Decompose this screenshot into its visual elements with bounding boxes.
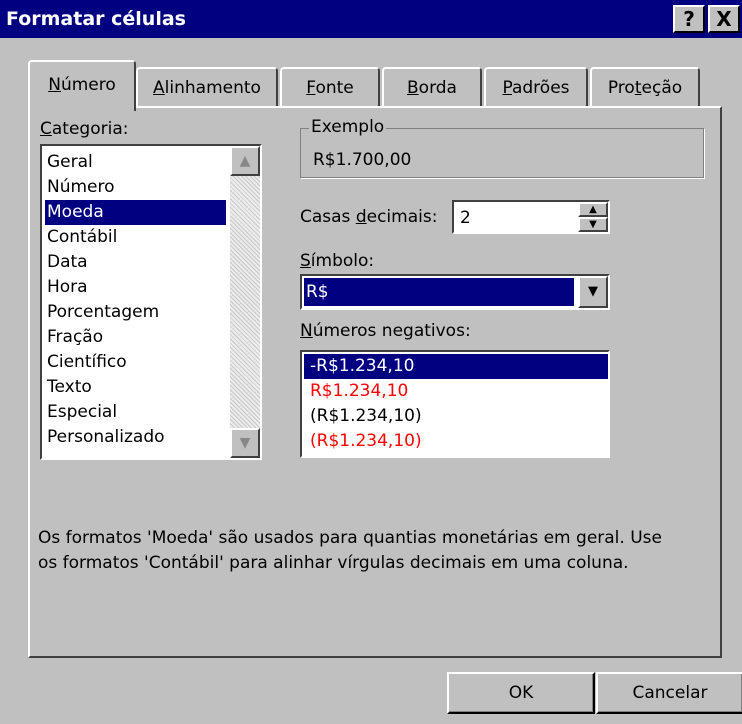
- list-item-selected[interactable]: Moeda: [45, 200, 226, 225]
- list-item[interactable]: Número: [45, 175, 226, 200]
- scroll-up-arrow-icon[interactable]: ▲: [230, 146, 260, 176]
- title-bar[interactable]: Formatar células ? X: [0, 0, 742, 38]
- tab-borda[interactable]: Borda: [382, 67, 482, 107]
- list-item[interactable]: Hora: [45, 275, 226, 300]
- example-value: R$1.700,00: [313, 150, 412, 170]
- list-item[interactable]: Fração: [45, 325, 226, 350]
- decimals-label: Casas decimais:: [300, 207, 438, 227]
- spin-down-icon[interactable]: ▼: [578, 217, 608, 232]
- category-list[interactable]: Geral Número Moeda Contábil Data Hora Po…: [40, 144, 262, 460]
- symbol-label: Símbolo:: [300, 251, 375, 271]
- list-item[interactable]: R$1.234,10: [304, 379, 608, 404]
- decimals-spinner[interactable]: 2 ▲ ▼: [452, 200, 610, 234]
- negatives-label: Números negativos:: [300, 321, 471, 341]
- description-line: Os formatos 'Moeda' são usados para quan…: [38, 528, 662, 548]
- cancel-button[interactable]: Cancelar: [596, 672, 742, 714]
- list-item[interactable]: Geral: [45, 150, 226, 175]
- list-item[interactable]: Especial: [45, 400, 226, 425]
- list-item[interactable]: Texto: [45, 375, 226, 400]
- help-button[interactable]: ?: [673, 5, 705, 33]
- scroll-down-arrow-icon[interactable]: ▼: [230, 428, 260, 458]
- category-scrollbar[interactable]: ▲ ▼: [230, 146, 260, 458]
- symbol-select[interactable]: R$ ▼: [300, 274, 610, 310]
- list-item[interactable]: Científico: [45, 350, 226, 375]
- chevron-down-icon[interactable]: ▼: [578, 276, 608, 308]
- symbol-value[interactable]: R$: [304, 278, 574, 306]
- category-label: Categoria:: [40, 119, 129, 139]
- spin-up-icon[interactable]: ▲: [578, 202, 608, 217]
- tab-protecao[interactable]: Proteção: [590, 67, 700, 107]
- decimals-input[interactable]: 2: [460, 206, 471, 230]
- example-group: Exemplo R$1.700,00: [300, 116, 704, 178]
- ok-button[interactable]: OK: [447, 672, 595, 714]
- dialog-title: Formatar células: [6, 8, 186, 30]
- list-item[interactable]: Data: [45, 250, 226, 275]
- example-legend: Exemplo: [309, 116, 387, 138]
- tab-fonte[interactable]: Fonte: [280, 67, 380, 107]
- list-item[interactable]: (R$1.234,10): [304, 404, 608, 429]
- list-item[interactable]: Porcentagem: [45, 300, 226, 325]
- format-description: Os formatos 'Moeda' são usados para quan…: [38, 526, 718, 576]
- tab-padroes[interactable]: Padrões: [484, 67, 588, 107]
- negatives-list[interactable]: -R$1.234,10 R$1.234,10 (R$1.234,10) (R$1…: [300, 350, 610, 458]
- list-item[interactable]: Contábil: [45, 225, 226, 250]
- description-line: os formatos 'Contábil' para alinhar vírg…: [38, 553, 629, 573]
- list-item-selected[interactable]: -R$1.234,10: [304, 354, 608, 379]
- list-item[interactable]: Personalizado: [45, 425, 226, 450]
- tab-numero[interactable]: Número: [28, 60, 136, 111]
- close-button[interactable]: X: [708, 5, 740, 33]
- format-cells-dialog: Formatar células ? X Número Alinhamento …: [0, 0, 742, 724]
- tab-alinhamento[interactable]: Alinhamento: [136, 67, 278, 107]
- list-item[interactable]: (R$1.234,10): [304, 429, 608, 454]
